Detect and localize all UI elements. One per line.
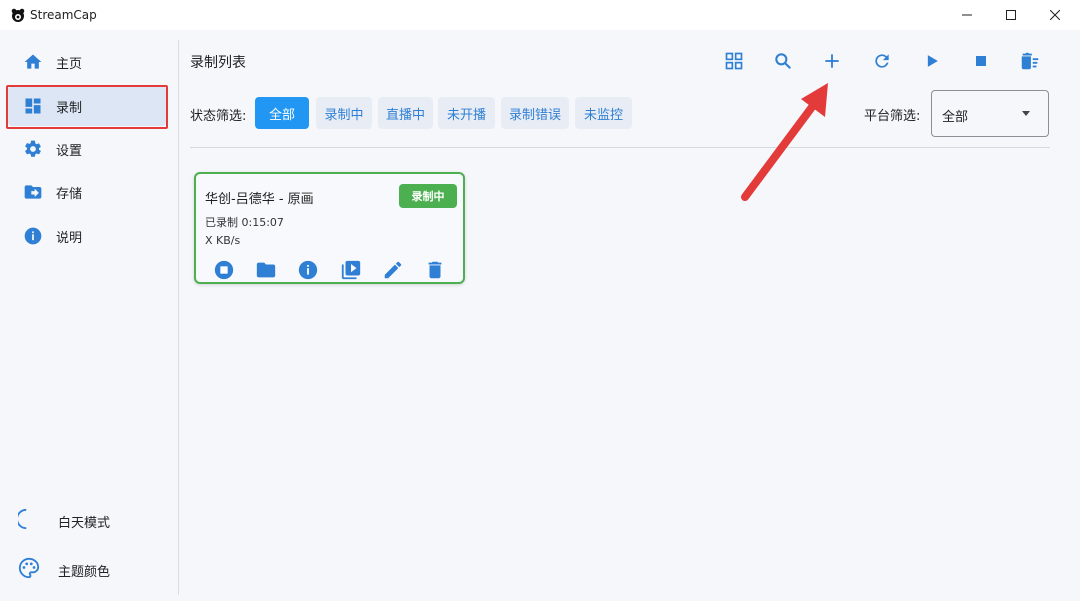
platform-select[interactable]: 全部 [931, 90, 1049, 137]
minimize-button[interactable] [944, 0, 990, 30]
add-stream-button[interactable] [818, 48, 846, 74]
folder-icon [256, 262, 276, 278]
card-duration: 已录制 0:15:07 [205, 216, 284, 229]
status-badge: 录制中 [399, 184, 457, 208]
theme-mode-toggle[interactable]: 白天模式 [16, 506, 168, 536]
stop-all-button[interactable] [967, 48, 995, 74]
search-icon [775, 53, 791, 69]
filter-chip-all[interactable]: 全部 [255, 97, 309, 129]
pencil-icon [384, 261, 402, 279]
theme-color-button[interactable]: 主题颜色 [18, 555, 168, 585]
platform-filter-label: 平台筛选: [864, 109, 921, 124]
theme-mode-label: 白天模式 [58, 515, 111, 531]
moon-icon [16, 508, 40, 534]
folder-arrow-icon [22, 181, 44, 203]
grid-view-button[interactable] [720, 48, 748, 74]
maximize-button[interactable] [988, 0, 1034, 30]
filter-chip-offline[interactable]: 未开播 [438, 97, 495, 129]
sidebar-item-label: 主页 [56, 56, 83, 72]
close-icon [1050, 10, 1060, 20]
gear-icon [22, 138, 44, 160]
minimize-icon [962, 14, 972, 16]
stop-recording-button[interactable] [212, 258, 236, 282]
home-icon [22, 51, 44, 73]
sidebar-item-label: 存储 [56, 186, 83, 202]
app-logo-icon [11, 8, 25, 22]
sidebar: 主页 录制 设置 存储 说明 白天模式 主题颜色 [0, 30, 178, 601]
stop-circle-icon [214, 260, 234, 280]
plus-icon [825, 54, 839, 68]
chevron-down-icon [1022, 111, 1030, 116]
sidebar-item-help[interactable]: 说明 [8, 216, 166, 256]
grid-icon [725, 52, 743, 70]
filter-chip-unmonitored[interactable]: 未监控 [575, 97, 632, 129]
page-title: 录制列表 [190, 55, 246, 71]
sidebar-item-label: 设置 [56, 143, 83, 159]
annotation-highlight-box [6, 85, 168, 129]
sidebar-item-settings[interactable]: 设置 [8, 129, 166, 169]
sidebar-item-label: 说明 [56, 230, 83, 246]
card-speed: X KB/s [205, 234, 241, 247]
start-all-button[interactable] [918, 48, 946, 74]
annotation-arrow-icon [741, 83, 828, 201]
title-bar: StreamCap [0, 0, 1080, 30]
delete-sweep-icon [1021, 52, 1039, 70]
card-title: 华创-吕德华 - 原画 [205, 192, 314, 207]
trash-icon [428, 261, 442, 279]
preview-button[interactable] [339, 258, 363, 282]
open-folder-button[interactable] [254, 258, 278, 282]
filter-chip-recording[interactable]: 录制中 [316, 97, 372, 129]
content-divider [190, 147, 1050, 148]
palette-icon [18, 557, 40, 583]
info-button[interactable] [296, 258, 320, 282]
search-button[interactable] [769, 48, 797, 74]
theme-color-label: 主题颜色 [58, 564, 111, 580]
app-window: 主页 录制 设置 存储 说明 白天模式 主题颜色 录制列表 状态筛选: 全部 录… [0, 30, 1080, 601]
edit-button[interactable] [381, 258, 405, 282]
recording-card[interactable]: 华创-吕德华 - 原画 录制中 已录制 0:15:07 X KB/s [194, 172, 465, 284]
delete-all-button[interactable] [1016, 48, 1044, 74]
info-icon [22, 225, 44, 247]
sidebar-item-home[interactable]: 主页 [8, 42, 166, 82]
filter-chip-live[interactable]: 直播中 [378, 97, 433, 129]
info-icon [298, 260, 318, 280]
platform-select-value: 全部 [942, 110, 969, 125]
stop-icon [976, 56, 986, 66]
sidebar-item-storage[interactable]: 存储 [8, 172, 166, 212]
app-title: StreamCap [30, 8, 97, 22]
filter-chip-error[interactable]: 录制错误 [501, 97, 569, 129]
main-panel: 录制列表 状态筛选: 全部 录制中 直播中 未开播 录制错误 未监控 平台筛选:… [179, 30, 1080, 601]
maximize-icon [1006, 10, 1016, 20]
delete-button[interactable] [423, 258, 447, 282]
close-button[interactable] [1032, 0, 1078, 30]
play-icon [927, 55, 938, 67]
refresh-icon [875, 54, 889, 68]
refresh-button[interactable] [868, 48, 896, 74]
video-library-icon [341, 260, 361, 280]
status-filter-label: 状态筛选: [190, 109, 247, 124]
